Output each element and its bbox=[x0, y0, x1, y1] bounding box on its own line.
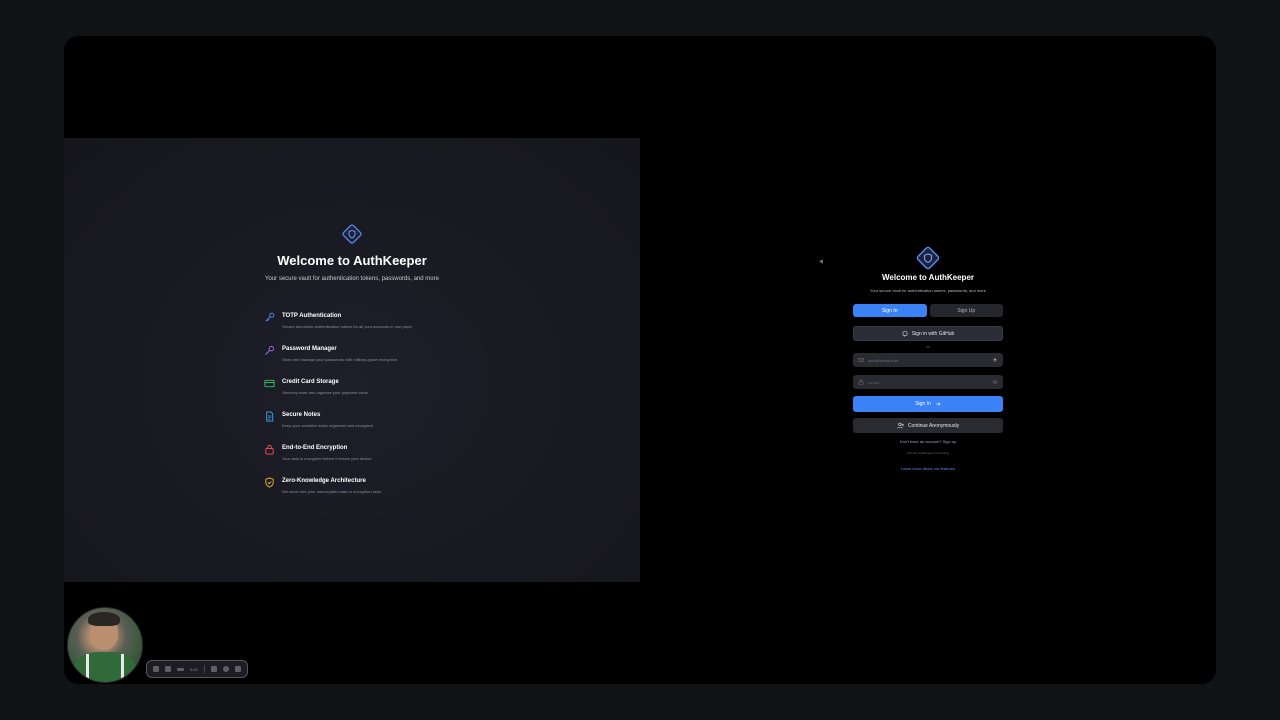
sign-up-link[interactable]: Don't have an account? Sign up bbox=[853, 439, 1003, 444]
mail-icon bbox=[858, 358, 864, 362]
lock-icon bbox=[265, 444, 274, 455]
page-title: Welcome to AuthKeeper bbox=[277, 253, 427, 268]
feature-title: End-to-End Encryption bbox=[282, 445, 348, 451]
feature-desc: We never see your unencrypted data or en… bbox=[282, 489, 382, 494]
shield-logo-icon bbox=[916, 246, 940, 270]
github-icon bbox=[902, 330, 908, 337]
feature-zero-knowledge: Zero-Knowledge Architecture We never see… bbox=[264, 476, 504, 509]
recording-toolbar: 0:00 bbox=[146, 660, 248, 678]
feature-title: TOTP Authentication bbox=[282, 313, 342, 319]
or-divider: or bbox=[926, 344, 930, 349]
shield-check-icon bbox=[265, 477, 274, 488]
continue-anonymously-label: Continue Anonymously bbox=[907, 422, 960, 429]
feature-title: Secure Notes bbox=[282, 412, 321, 418]
tab-sign-in[interactable]: Sign In bbox=[853, 304, 927, 317]
feature-credit-card: Credit Card Storage Securely store and o… bbox=[264, 377, 504, 410]
sign-in-button[interactable]: Sign In bbox=[853, 396, 1003, 412]
feature-list: TOTP Authentication Secure two-factor au… bbox=[264, 311, 504, 509]
recording-time: 0:00 bbox=[190, 666, 198, 672]
email-field[interactable]: your@email.com bbox=[853, 353, 1003, 367]
welcome-panel: Welcome to AuthKeeper Your secure vault … bbox=[64, 138, 640, 683]
feature-encryption: End-to-End Encryption Your data is encry… bbox=[264, 443, 504, 476]
feature-title: Zero-Knowledge Architecture bbox=[282, 478, 366, 484]
feature-totp: TOTP Authentication Secure two-factor au… bbox=[264, 311, 504, 344]
feature-desc: Store and manage your passwords with mil… bbox=[282, 357, 398, 362]
credit-card-icon bbox=[264, 379, 275, 388]
auth-tabs: Sign In Sign Up bbox=[853, 304, 1003, 317]
feature-desc: Secure two-factor authentication tokens … bbox=[282, 324, 412, 329]
github-signin-button[interactable]: Sign in with GitHub bbox=[853, 326, 1003, 341]
continue-anonymously-button[interactable]: Continue Anonymously bbox=[853, 418, 1003, 433]
form-subtitle: Your secure vault for authentication tok… bbox=[870, 288, 986, 293]
feature-password-manager: Password Manager Store and manage your p… bbox=[264, 344, 504, 377]
learn-more-link[interactable]: Learn more about our features bbox=[853, 466, 1003, 471]
key-icon bbox=[265, 312, 275, 322]
feature-title: Credit Card Storage bbox=[282, 379, 339, 385]
page-subtitle: Your secure vault for authentication tok… bbox=[265, 276, 439, 282]
recording-frame: Welcome to AuthKeeper Your secure vault … bbox=[64, 36, 1216, 684]
user-plus-icon bbox=[897, 422, 904, 429]
eye-icon[interactable] bbox=[992, 379, 998, 385]
email-placeholder: your@email.com bbox=[868, 357, 899, 363]
tab-sign-up[interactable]: Sign Up bbox=[929, 304, 1003, 317]
restart-icon[interactable] bbox=[210, 666, 217, 672]
community-text: Join the AuthKeeper community bbox=[906, 451, 950, 455]
arrow-right-icon bbox=[935, 402, 941, 406]
feature-secure-notes: Secure Notes Keep your sensitive notes o… bbox=[264, 410, 504, 443]
stop-button[interactable] bbox=[153, 666, 159, 672]
autofill-icon[interactable] bbox=[992, 357, 998, 363]
mouse-cursor-icon bbox=[819, 259, 825, 265]
form-title: Welcome to AuthKeeper bbox=[881, 273, 974, 282]
password-key-icon bbox=[265, 345, 275, 355]
github-signin-label: Sign in with GitHub bbox=[911, 330, 955, 337]
feature-desc: Your data is encrypted before it leaves … bbox=[282, 456, 372, 461]
shield-logo-icon bbox=[342, 224, 362, 244]
sign-in-label: Sign In bbox=[915, 401, 931, 407]
feature-title: Password Manager bbox=[282, 346, 337, 352]
delete-icon[interactable] bbox=[234, 666, 241, 672]
password-field[interactable]: •••••••• bbox=[853, 375, 1003, 389]
password-value: •••••••• bbox=[868, 379, 880, 385]
lock-icon bbox=[858, 379, 864, 385]
feature-desc: Keep your sensitive notes organized and … bbox=[282, 423, 373, 428]
feature-desc: Securely store and organize your payment… bbox=[282, 390, 369, 395]
settings-icon[interactable] bbox=[222, 666, 229, 672]
webcam-avatar bbox=[67, 607, 143, 683]
more-button[interactable] bbox=[177, 667, 184, 671]
document-icon bbox=[266, 411, 274, 422]
toolbar-divider bbox=[203, 665, 205, 673]
pause-button[interactable] bbox=[165, 666, 171, 672]
